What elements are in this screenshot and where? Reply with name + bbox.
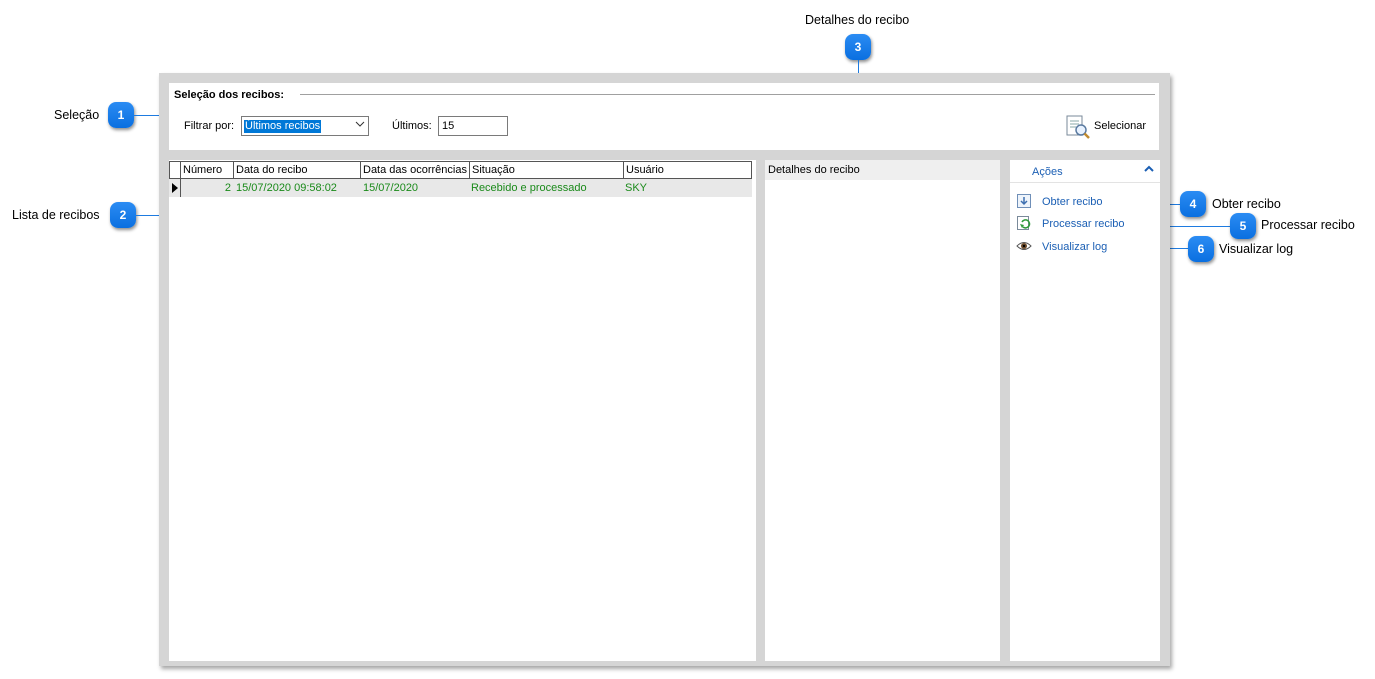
cell-usuario: SKY bbox=[625, 182, 648, 194]
selection-title: Seleção dos recibos: bbox=[174, 89, 285, 101]
grid-corner-cell bbox=[169, 161, 181, 179]
receipts-window: Seleção dos recibos: Filtrar por: Último… bbox=[159, 73, 1170, 666]
callout-badge-2: 2 bbox=[110, 202, 136, 228]
cell-data-recibo: 15/07/2020 09:58:02 bbox=[236, 182, 337, 194]
details-header: Detalhes do recibo bbox=[765, 160, 1000, 180]
callout-badge-6: 6 bbox=[1188, 236, 1214, 262]
select-search-icon bbox=[1065, 114, 1091, 143]
select-button[interactable]: Selecionar bbox=[1064, 112, 1154, 142]
chevron-up-icon[interactable] bbox=[1144, 163, 1154, 177]
filter-combobox[interactable]: Últimos recibos bbox=[241, 116, 369, 136]
last-label: Últimos: bbox=[392, 120, 432, 132]
table-row[interactable]: 2 15/07/2020 09:58:02 15/07/2020 Recebid… bbox=[169, 179, 752, 197]
callout-label-processar: Processar recibo bbox=[1261, 218, 1355, 232]
callout-label-lista: Lista de recibos bbox=[12, 208, 100, 222]
column-header-numero[interactable]: Número bbox=[181, 161, 234, 179]
action-processar-recibo[interactable]: Processar recibo bbox=[1016, 215, 1156, 233]
actions-header[interactable]: Ações bbox=[1010, 160, 1160, 183]
callout-label-obter: Obter recibo bbox=[1212, 197, 1281, 211]
actions-panel: Ações Obter recibo Processar recibo Visu… bbox=[1010, 160, 1160, 661]
callout-label-detalhes: Detalhes do recibo bbox=[805, 13, 910, 27]
callout-badge-5: 5 bbox=[1230, 213, 1256, 239]
row-indicator-icon bbox=[172, 183, 178, 196]
grid-header: Número Data do recibo Data das ocorrênci… bbox=[169, 161, 752, 179]
column-header-data-ocorrencias[interactable]: Data das ocorrências bbox=[361, 161, 470, 179]
column-header-data-recibo[interactable]: Data do recibo bbox=[234, 161, 361, 179]
eye-icon bbox=[1016, 238, 1032, 254]
column-header-usuario[interactable]: Usuário bbox=[624, 161, 752, 179]
cell-numero: 2 bbox=[224, 182, 231, 194]
action-label: Visualizar log bbox=[1042, 241, 1108, 253]
cell-data-ocorrencias: 15/07/2020 bbox=[363, 182, 419, 194]
process-icon bbox=[1016, 215, 1032, 231]
selection-panel: Seleção dos recibos: Filtrar por: Último… bbox=[169, 83, 1159, 150]
action-obter-recibo[interactable]: Obter recibo bbox=[1016, 193, 1156, 211]
callout-badge-1: 1 bbox=[108, 102, 134, 128]
filter-label: Filtrar por: bbox=[184, 120, 235, 132]
callout-label-selecao: Seleção bbox=[54, 108, 100, 122]
details-header-label: Detalhes do recibo bbox=[768, 164, 860, 176]
download-icon bbox=[1016, 193, 1032, 209]
callout-badge-3: 3 bbox=[845, 34, 871, 60]
action-label: Obter recibo bbox=[1042, 196, 1103, 208]
cell-situacao: Recebido e processado bbox=[471, 182, 587, 194]
callout-label-log: Visualizar log bbox=[1219, 242, 1294, 256]
action-label: Processar recibo bbox=[1042, 218, 1125, 230]
action-visualizar-log[interactable]: Visualizar log bbox=[1016, 238, 1156, 256]
actions-header-label: Ações bbox=[1032, 166, 1063, 178]
receipt-details-panel: Detalhes do recibo bbox=[765, 160, 1000, 661]
select-button-label: Selecionar bbox=[1094, 120, 1146, 132]
last-count-input[interactable]: 15 bbox=[438, 116, 508, 136]
receipts-grid: Número Data do recibo Data das ocorrênci… bbox=[169, 160, 756, 661]
chevron-down-icon[interactable] bbox=[355, 119, 365, 132]
filter-value: Últimos recibos bbox=[244, 120, 322, 133]
selection-divider bbox=[300, 94, 1155, 95]
column-header-situacao[interactable]: Situação bbox=[470, 161, 624, 179]
callout-badge-4: 4 bbox=[1180, 191, 1206, 217]
